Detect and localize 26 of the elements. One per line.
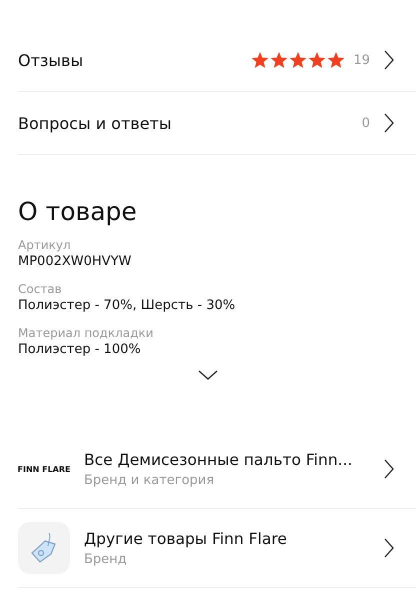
link-title[interactable]: Все Демисезонные пальто Finn... <box>84 450 384 468</box>
spec-value: Полиэстер - 100% <box>18 341 142 359</box>
link-title[interactable]: Другие товары Finn Flare <box>84 530 384 548</box>
spec-label: Состав <box>18 282 63 297</box>
star-icon <box>270 52 288 68</box>
star-icon <box>251 52 270 68</box>
chevron-right-icon <box>384 538 394 558</box>
star-icon <box>308 52 326 68</box>
link-label[interactable]: Отзывы <box>18 50 252 70</box>
section-title: О товаре <box>18 197 138 226</box>
spec-value: MP002XW0HVYW <box>18 253 132 271</box>
link-subtitle: Бренд <box>84 552 128 566</box>
star-icon <box>327 52 346 68</box>
question-count: 0 <box>362 116 370 130</box>
chevron-right-icon <box>384 459 394 479</box>
link-subtitle: Бренд и категория <box>84 472 216 488</box>
chevron-right-icon <box>384 113 394 133</box>
chevron-right-icon <box>384 50 394 70</box>
review-count: 19 <box>353 52 370 68</box>
link-label[interactable]: Вопросы и ответы <box>18 114 362 132</box>
brand-logo: FINN FLARE <box>18 464 70 474</box>
spec-label: Артикул <box>18 238 72 253</box>
star-icon <box>289 52 308 68</box>
spec-value: Полиэстер - 70%, Шерсть - 30% <box>18 297 236 315</box>
spec-label: Материал подкладки <box>18 326 154 341</box>
chevron-down-icon[interactable] <box>198 370 218 380</box>
